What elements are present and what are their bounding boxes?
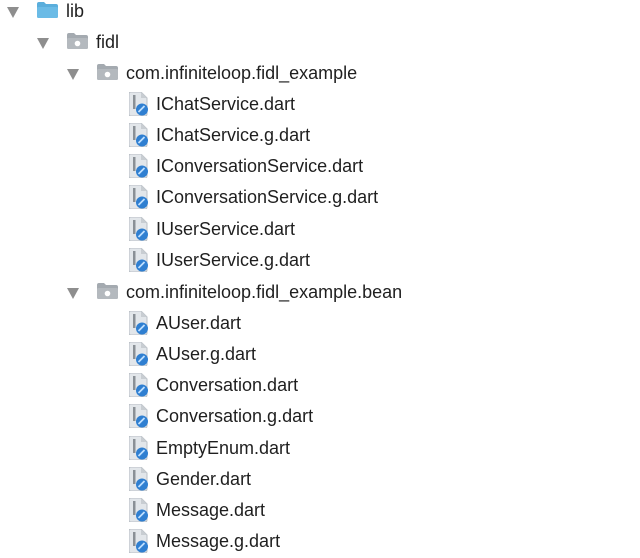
tree-node-package[interactable]: com.infiniteloop.fidl_example.bean [0,277,640,308]
dart-file-icon [129,154,148,178]
file-name: Gender.dart [156,469,252,489]
dart-file-icon [129,217,148,241]
package-folder-icon [97,283,118,299]
tree-file-item[interactable]: Conversation.g.dart [0,401,640,432]
tree-file-item[interactable]: IConversationService.dart [0,151,640,182]
file-name: Conversation.g.dart [156,406,314,426]
tree-node-label: com.infiniteloop.fidl_example [126,63,358,83]
tree-node-label: lib [66,1,85,21]
file-name: IChatService.g.dart [156,125,311,145]
chevron-down-icon[interactable] [67,69,79,80]
tree-node-label: fidl [96,32,120,52]
dart-file-icon [129,342,148,366]
tree-file-item[interactable]: AUser.g.dart [0,339,640,370]
file-name: AUser.g.dart [156,344,257,364]
dart-file-icon [129,467,148,491]
file-name: EmptyEnum.dart [156,438,291,458]
tree-node-fidl[interactable]: fidl [0,27,640,58]
tree-node-label: com.infiniteloop.fidl_example.bean [126,282,403,302]
tree-node-package[interactable]: com.infiniteloop.fidl_example [0,58,640,89]
file-name: IUserService.g.dart [156,250,311,270]
chevron-down-icon[interactable] [37,38,49,49]
dart-file-icon [129,436,148,460]
project-tree: lib fidl com.infiniteloop.fidl_example I… [0,0,640,558]
tree-file-item[interactable]: Message.dart [0,495,640,526]
file-name: IConversationService.g.dart [156,187,379,207]
tree-file-item[interactable]: Conversation.dart [0,370,640,401]
package-folder-icon [67,33,88,49]
tree-file-item[interactable]: IUserService.dart [0,214,640,245]
tree-file-item[interactable]: AUser.dart [0,308,640,339]
file-name: Conversation.dart [156,375,299,395]
package-folder-icon [97,64,118,80]
dart-file-icon [129,529,148,553]
chevron-down-icon[interactable] [67,288,79,299]
tree-node-lib[interactable]: lib [0,0,640,27]
dart-file-icon [129,404,148,428]
file-name: IChatService.dart [156,94,296,114]
file-name: AUser.dart [156,313,242,333]
file-name: Message.dart [156,500,266,520]
file-name: Message.g.dart [156,531,281,551]
dart-file-icon [129,311,148,335]
tree-file-item[interactable]: IChatService.g.dart [0,120,640,151]
tree-file-item[interactable]: IConversationService.g.dart [0,182,640,213]
file-name: IConversationService.dart [156,156,364,176]
dart-file-icon [129,92,148,116]
dart-file-icon [129,123,148,147]
tree-file-item[interactable]: Message.g.dart [0,526,640,557]
file-name: IUserService.dart [156,219,296,239]
tree-file-item[interactable]: EmptyEnum.dart [0,433,640,464]
dart-file-icon [129,373,148,397]
tree-file-item[interactable]: IChatService.dart [0,89,640,120]
tree-file-item[interactable]: IUserService.g.dart [0,245,640,276]
folder-icon [37,2,58,18]
dart-file-icon [129,185,148,209]
tree-file-item[interactable]: Gender.dart [0,464,640,495]
dart-file-icon [129,498,148,522]
chevron-down-icon[interactable] [7,7,19,18]
dart-file-icon [129,248,148,272]
